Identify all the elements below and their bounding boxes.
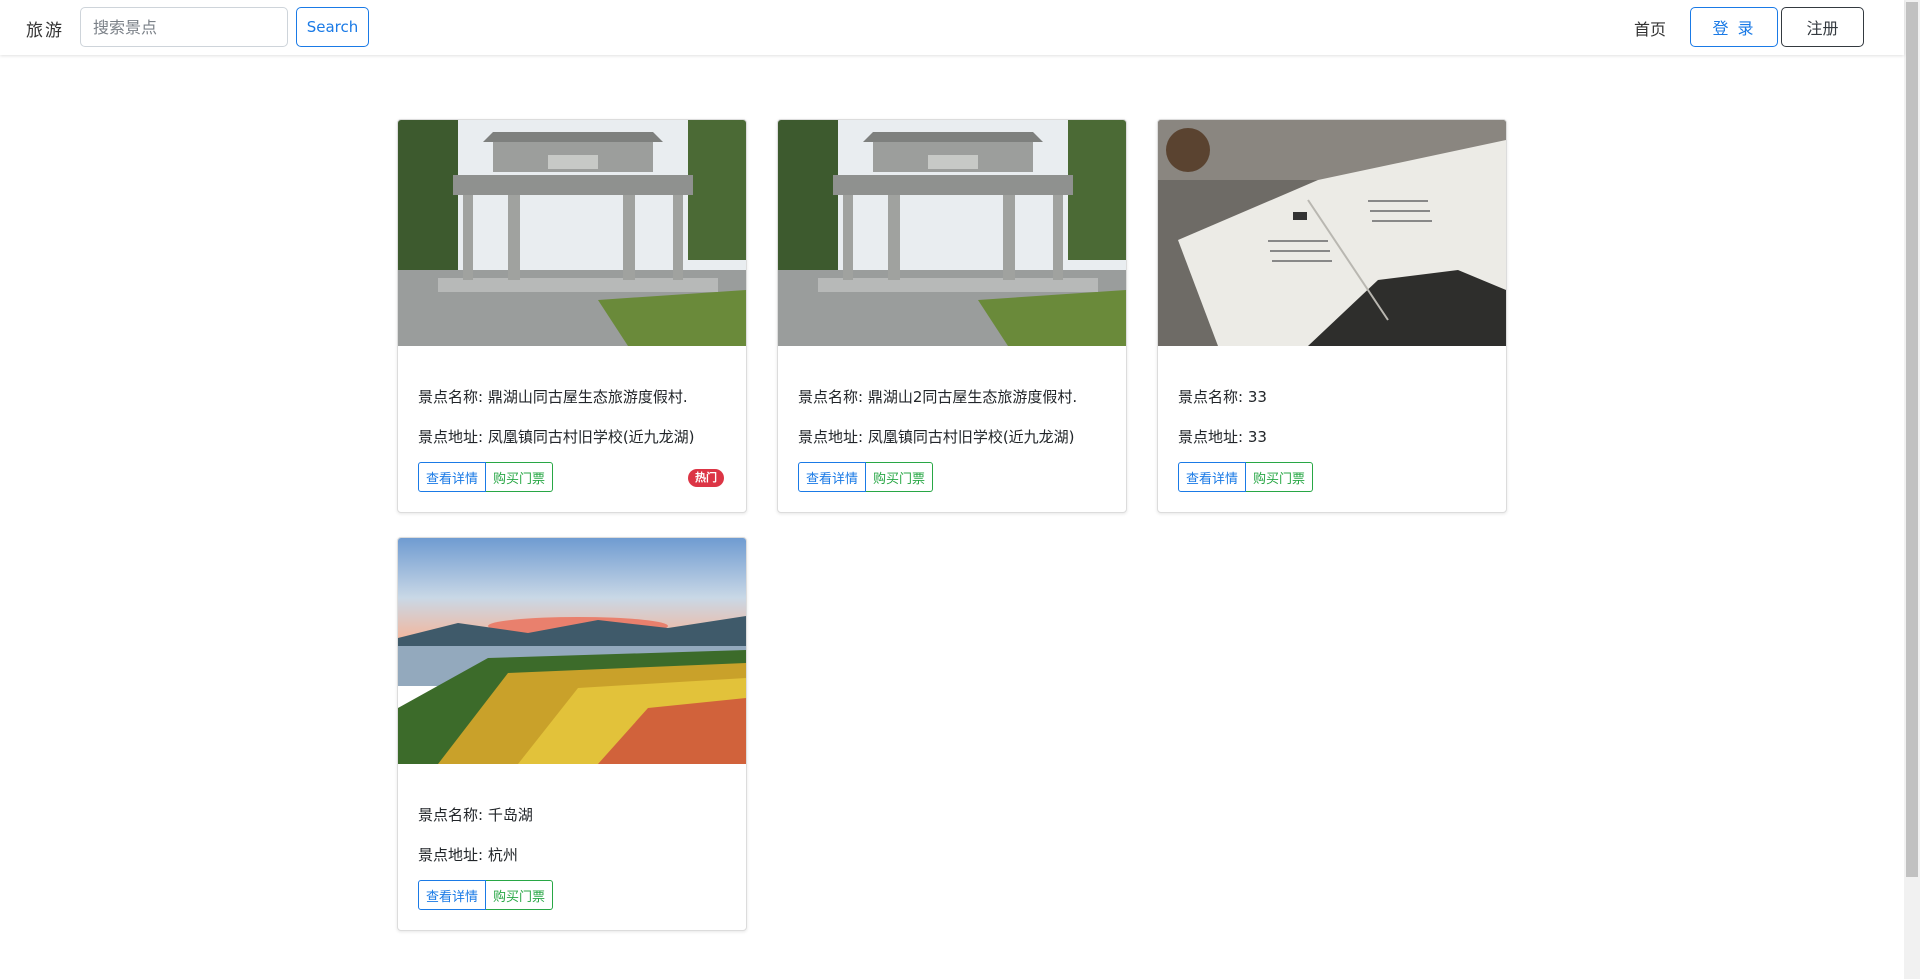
attraction-card: 景点名称: 鼎湖山2同古屋生态旅游度假村. 景点地址: 凤凰镇同古村旧学校(近九… bbox=[777, 119, 1127, 513]
nav-home-link[interactable]: 首页 bbox=[1634, 16, 1666, 40]
attraction-name: 鼎湖山同古屋生态旅游度假村. bbox=[487, 388, 688, 406]
top-navbar: 旅游 Search 首页 登 录 注册 bbox=[0, 0, 1904, 55]
attraction-card: 景点名称: 鼎湖山同古屋生态旅游度假村. 景点地址: 凤凰镇同古村旧学校(近九龙… bbox=[397, 119, 747, 513]
hot-badge: 热门 bbox=[688, 469, 724, 487]
view-details-button[interactable]: 查看详情 bbox=[418, 880, 487, 910]
attraction-name-label: 景点名称: bbox=[418, 388, 488, 406]
attraction-address-label: 景点地址: bbox=[418, 428, 488, 446]
vertical-scrollbar[interactable] bbox=[1904, 0, 1920, 979]
scrollbar-thumb[interactable] bbox=[1906, 2, 1918, 877]
view-details-button[interactable]: 查看详情 bbox=[418, 462, 487, 492]
search-button[interactable]: Search bbox=[296, 7, 369, 47]
attraction-name: 鼎湖山2同古屋生态旅游度假村. bbox=[867, 388, 1078, 406]
attraction-image-open-book[interactable] bbox=[1158, 120, 1506, 346]
attraction-address: 33 bbox=[1247, 428, 1267, 446]
register-button[interactable]: 注册 bbox=[1781, 7, 1864, 47]
attraction-address-label: 景点地址: bbox=[418, 846, 488, 864]
attraction-card: 景点名称: 千岛湖 景点地址: 杭州 查看详情 购买门票 bbox=[397, 537, 747, 931]
attraction-image-archway[interactable] bbox=[398, 120, 746, 346]
card-actions: 查看详情 购买门票 bbox=[1178, 462, 1314, 492]
login-button[interactable]: 登 录 bbox=[1690, 7, 1778, 47]
search-input[interactable] bbox=[80, 7, 288, 47]
card-actions: 查看详情 购买门票 bbox=[418, 880, 554, 910]
buy-ticket-button[interactable]: 购买门票 bbox=[866, 462, 934, 492]
attraction-name-label: 景点名称: bbox=[418, 806, 488, 824]
attraction-image-archway[interactable] bbox=[778, 120, 1126, 346]
attraction-card: 景点名称: 33 景点地址: 33 查看详情 购买门票 bbox=[1157, 119, 1507, 513]
card-actions: 查看详情 购买门票 bbox=[798, 462, 934, 492]
brand-logo[interactable]: 旅游 bbox=[26, 16, 64, 41]
attraction-address: 凤凰镇同古村旧学校(近九龙湖) bbox=[487, 428, 695, 446]
attraction-name-label: 景点名称: bbox=[1178, 388, 1248, 406]
attraction-name: 千岛湖 bbox=[487, 806, 533, 824]
attraction-image-lake-flowers[interactable] bbox=[398, 538, 746, 764]
card-actions: 查看详情 购买门票 bbox=[418, 462, 554, 492]
view-details-button[interactable]: 查看详情 bbox=[1178, 462, 1247, 492]
view-details-button[interactable]: 查看详情 bbox=[798, 462, 867, 492]
attraction-address: 杭州 bbox=[487, 846, 518, 864]
attraction-address-label: 景点地址: bbox=[798, 428, 868, 446]
attraction-address-label: 景点地址: bbox=[1178, 428, 1248, 446]
attraction-name: 33 bbox=[1247, 388, 1267, 406]
buy-ticket-button[interactable]: 购买门票 bbox=[1246, 462, 1314, 492]
buy-ticket-button[interactable]: 购买门票 bbox=[486, 462, 554, 492]
attraction-address: 凤凰镇同古村旧学校(近九龙湖) bbox=[867, 428, 1075, 446]
attraction-name-label: 景点名称: bbox=[798, 388, 868, 406]
buy-ticket-button[interactable]: 购买门票 bbox=[486, 880, 554, 910]
